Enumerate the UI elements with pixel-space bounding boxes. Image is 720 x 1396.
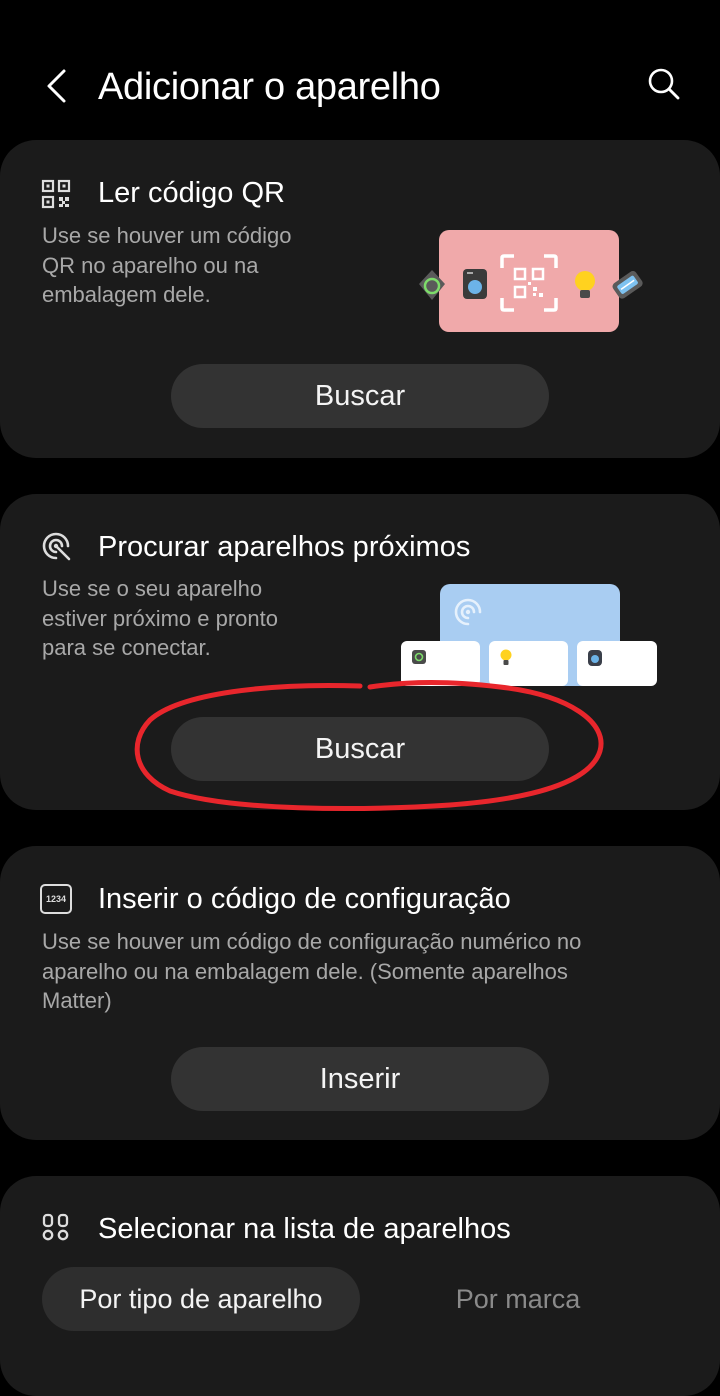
top-app-bar: Adicionar o aparelho	[0, 0, 720, 140]
qr-search-button[interactable]: Buscar	[171, 364, 549, 428]
light-bulb-icon	[575, 271, 595, 298]
qr-code-card: Ler código QR Use se houver um código QR…	[0, 140, 720, 458]
tab-by-device-type[interactable]: Por tipo de aparelho	[42, 1267, 360, 1331]
setup-code-card-description: Use se houver um código de configuração …	[42, 929, 582, 1013]
back-button[interactable]	[36, 62, 76, 110]
nearby-scan-icon	[40, 530, 72, 562]
setup-code-card-title: Inserir o código de configuração	[98, 883, 511, 915]
setup-code-card: 1234 Inserir o código de configuração Us…	[0, 846, 720, 1140]
insert-code-button[interactable]: Inserir	[171, 1047, 549, 1111]
search-icon	[648, 68, 680, 100]
qr-scan-frame-icon	[500, 254, 558, 312]
card-device-icon	[612, 270, 643, 299]
qr-scan-illustration	[414, 228, 646, 334]
smart-tag-icon	[419, 270, 445, 300]
tab-by-brand[interactable]: Por marca	[370, 1267, 666, 1331]
setup-code-icon: 1234	[40, 884, 72, 914]
device-grid-icon	[40, 1212, 72, 1244]
search-button[interactable]	[640, 60, 688, 108]
nearby-card-title: Procurar aparelhos próximos	[98, 531, 471, 563]
qr-code-icon	[40, 178, 72, 210]
red-annotation-circle	[134, 680, 604, 811]
qr-card-title: Ler código QR	[98, 177, 285, 209]
nearby-card-description: Use se o seu aparelho estiver próximo e …	[42, 576, 278, 660]
nearby-scan-illustration-icon	[454, 598, 482, 626]
smart-tag-small-icon	[412, 650, 426, 664]
back-arrow-icon	[47, 69, 66, 103]
device-list-card-title: Selecionar na lista de aparelhos	[98, 1213, 511, 1245]
page-title: Adicionar o aparelho	[98, 66, 441, 108]
device-list-card: Selecionar na lista de aparelhos Por tip…	[0, 1176, 720, 1396]
washer-icon	[463, 269, 487, 299]
qr-card-description: Use se houver um código QR no aparelho o…	[42, 223, 292, 307]
